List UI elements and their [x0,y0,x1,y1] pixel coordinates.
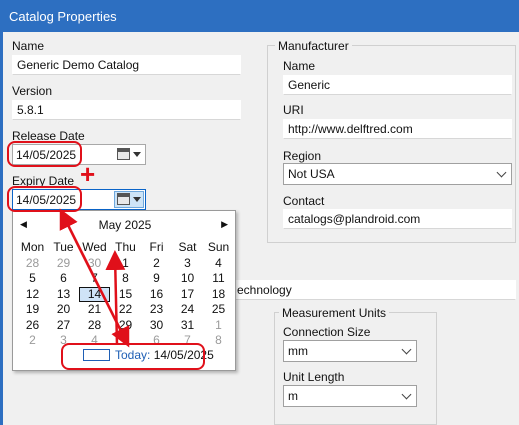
weekday-mon: Mon [20,240,45,254]
connection-size-select[interactable]: mm [283,340,417,362]
calendar-day[interactable]: 20 [48,302,79,318]
catalog-name-field[interactable]: Generic Demo Catalog [12,55,241,75]
name-label: Name [12,39,45,53]
version-label: Version [12,84,53,98]
calendar-day[interactable]: 27 [48,318,79,334]
chevron-down-icon [401,389,412,400]
chevron-down-icon [401,344,412,355]
calendar-day[interactable]: 9 [141,271,172,287]
calendar-week: 19 20 21 22 23 24 25 [17,302,234,318]
chevron-down-icon [496,167,507,178]
calendar-icon [117,148,130,160]
calendar-month-title[interactable]: May 2025 [13,218,237,232]
calendar-day[interactable]: 29 [110,318,141,334]
calendar-day[interactable]: 25 [203,302,234,318]
calendar-day[interactable]: 30 [141,318,172,334]
manufacturer-name-field[interactable]: Generic [283,75,512,95]
calendar-day[interactable]: 18 [203,287,234,303]
dropdown-arrow-icon [133,152,141,157]
calendar-day[interactable]: 28 [17,256,48,272]
calendar-icon [117,193,130,205]
weekday-tue: Tue [53,240,74,254]
contact-field[interactable]: catalogs@plandroid.com [283,209,512,229]
calendar-day[interactable]: 6 [48,271,79,287]
calendar-day[interactable]: 1 [110,256,141,272]
calendar-day[interactable]: 19 [17,302,48,318]
calendar-day[interactable]: 23 [141,302,172,318]
calendar-week: 26 27 28 29 30 31 1 [17,318,234,334]
expiry-date-highlight [7,186,82,212]
calendar-day[interactable]: 13 [48,287,79,303]
calendar-day[interactable]: 7 [79,271,110,287]
manufacturer-group-title: Manufacturer [275,39,352,53]
calendar-day[interactable]: 26 [17,318,48,334]
calendar-day[interactable]: 29 [48,256,79,272]
calendar-day[interactable]: 24 [172,302,203,318]
window-title: Catalog Properties [0,0,519,32]
calendar-week: 12 13 14 15 16 17 18 [17,286,234,303]
calendar-day[interactable]: 8 [110,271,141,287]
unit-length-label: Unit Length [283,370,345,384]
calendar-week: 5 6 7 8 9 10 11 [17,271,234,287]
calendar-day[interactable]: 2 [17,333,48,349]
release-date-dropdown-button[interactable] [115,147,143,162]
contact-label: Contact [283,194,325,208]
calendar-day[interactable]: 21 [79,302,110,318]
manufacturer-name-label: Name [283,59,316,73]
calendar-week: 28 29 30 1 2 3 4 [17,256,234,272]
calendar-day[interactable]: 28 [79,318,110,334]
calendar-day[interactable]: 4 [203,256,234,272]
weekday-fri: Fri [149,240,164,254]
uri-label: URI [283,103,304,117]
weekday-wed: Wed [82,240,107,254]
measurement-units-title: Measurement Units [279,306,390,320]
calendar-day[interactable]: 1 [203,318,234,334]
obscured-text-value: echnology [237,283,292,297]
region-value: Not USA [288,167,335,181]
calendar-day[interactable]: 30 [79,256,110,272]
region-label: Region [283,149,322,163]
calendar-day[interactable]: 31 [172,318,203,334]
weekday-sun: Sun [207,240,230,254]
calendar-day[interactable]: 17 [172,287,203,303]
today-highlight [61,343,205,370]
calendar-day[interactable]: 15 [110,287,141,303]
release-date-highlight [7,141,82,167]
next-month-icon[interactable]: ▶ [221,219,228,230]
uri-field[interactable]: http://www.delftred.com [283,119,512,139]
calendar-day[interactable]: 10 [172,271,203,287]
calendar-day[interactable]: 11 [203,271,234,287]
connection-size-label: Connection Size [283,325,371,339]
calendar-day[interactable]: 5 [17,271,48,287]
connection-size-value: mm [288,344,308,358]
calendar-day[interactable]: 16 [141,287,172,303]
calendar-day[interactable]: 2 [141,256,172,272]
calendar-day[interactable]: 22 [110,302,141,318]
calendar-day[interactable]: 8 [203,333,234,349]
version-field[interactable]: 5.8.1 [12,100,241,120]
dropdown-arrow-icon [133,197,141,202]
unit-length-select[interactable]: m [283,385,417,407]
region-select[interactable]: Not USA [283,163,512,185]
expiry-date-dropdown-button[interactable] [114,191,144,208]
calendar-day[interactable]: 3 [172,256,203,272]
calendar-grid: Mon Tue Wed Thu Fri Sat Sun 28 29 30 1 2… [17,240,234,349]
unit-length-value: m [288,389,298,403]
calendar-day[interactable]: 12 [17,287,48,303]
weekday-header: Mon Tue Wed Thu Fri Sat Sun [17,240,234,256]
weekday-sat: Sat [178,240,197,254]
plus-annotation: + [80,159,96,189]
weekday-thu: Thu [115,240,136,254]
calendar-day-selected[interactable]: 14 [79,286,110,302]
